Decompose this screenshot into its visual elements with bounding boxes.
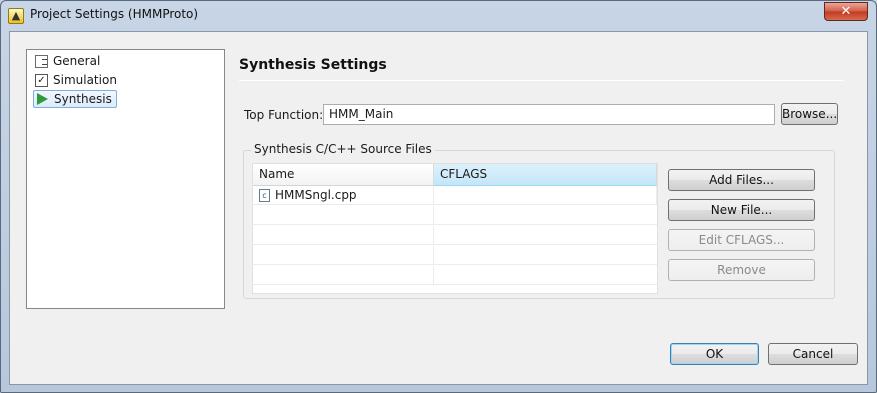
source-files-table[interactable]: Name CFLAGS c HMMSngl.cpp <box>252 163 658 294</box>
cancel-button[interactable]: Cancel <box>768 343 858 365</box>
table-row <box>253 266 657 285</box>
nav-item-synthesis[interactable]: Synthesis <box>33 90 117 108</box>
app-logo-icon: ▲ <box>8 8 24 24</box>
top-function-input[interactable]: HMM_Main <box>323 104 775 125</box>
new-file-button[interactable]: New File... <box>668 199 815 221</box>
nav-item-label: General <box>53 54 101 68</box>
browse-button[interactable]: Browse... <box>781 103 838 125</box>
project-settings-window: ▲ Project Settings (HMMProto) ✕ General … <box>0 0 877 393</box>
nav-item-simulation[interactable]: ✓ Simulation <box>33 72 121 90</box>
general-settings-icon <box>35 55 48 68</box>
page-title: Synthesis Settings <box>239 57 387 73</box>
table-row[interactable]: c HMMSngl.cpp <box>253 186 657 205</box>
add-files-button[interactable]: Add Files... <box>668 169 815 191</box>
empty-cell <box>253 266 434 285</box>
empty-cell <box>253 246 434 265</box>
empty-cell <box>253 226 434 245</box>
nav-item-label: Synthesis <box>54 92 112 106</box>
remove-button[interactable]: Remove <box>668 259 815 281</box>
ok-button[interactable]: OK <box>670 343 759 365</box>
checkbox-icon: ✓ <box>35 74 48 87</box>
close-button[interactable]: ✕ <box>824 2 868 21</box>
table-row <box>253 226 657 245</box>
column-header-name[interactable]: Name <box>253 164 434 186</box>
file-cflags-cell <box>434 186 657 205</box>
title-bar[interactable]: ▲ Project Settings (HMMProto) ✕ <box>1 1 876 31</box>
table-row <box>253 246 657 265</box>
top-function-label: Top Function: <box>244 108 324 122</box>
source-files-group-title: Synthesis C/C++ Source Files <box>251 142 435 156</box>
window-title: Project Settings (HMMProto) <box>30 7 199 21</box>
table-row <box>253 206 657 225</box>
play-icon <box>37 93 48 105</box>
file-name-cell: c HMMSngl.cpp <box>253 186 434 205</box>
c-source-file-icon: c <box>259 189 270 202</box>
dialog-body: General ✓ Simulation Synthesis Synthesis… <box>9 31 868 385</box>
column-header-cflags[interactable]: CFLAGS <box>434 164 657 186</box>
settings-category-list: General ✓ Simulation Synthesis <box>26 49 225 309</box>
edit-cflags-button[interactable]: Edit CFLAGS... <box>668 229 815 251</box>
empty-cell <box>253 206 434 225</box>
nav-item-general[interactable]: General <box>33 53 104 71</box>
heading-divider <box>239 80 844 81</box>
file-name: HMMSngl.cpp <box>275 188 357 202</box>
nav-item-label: Simulation <box>53 73 117 87</box>
